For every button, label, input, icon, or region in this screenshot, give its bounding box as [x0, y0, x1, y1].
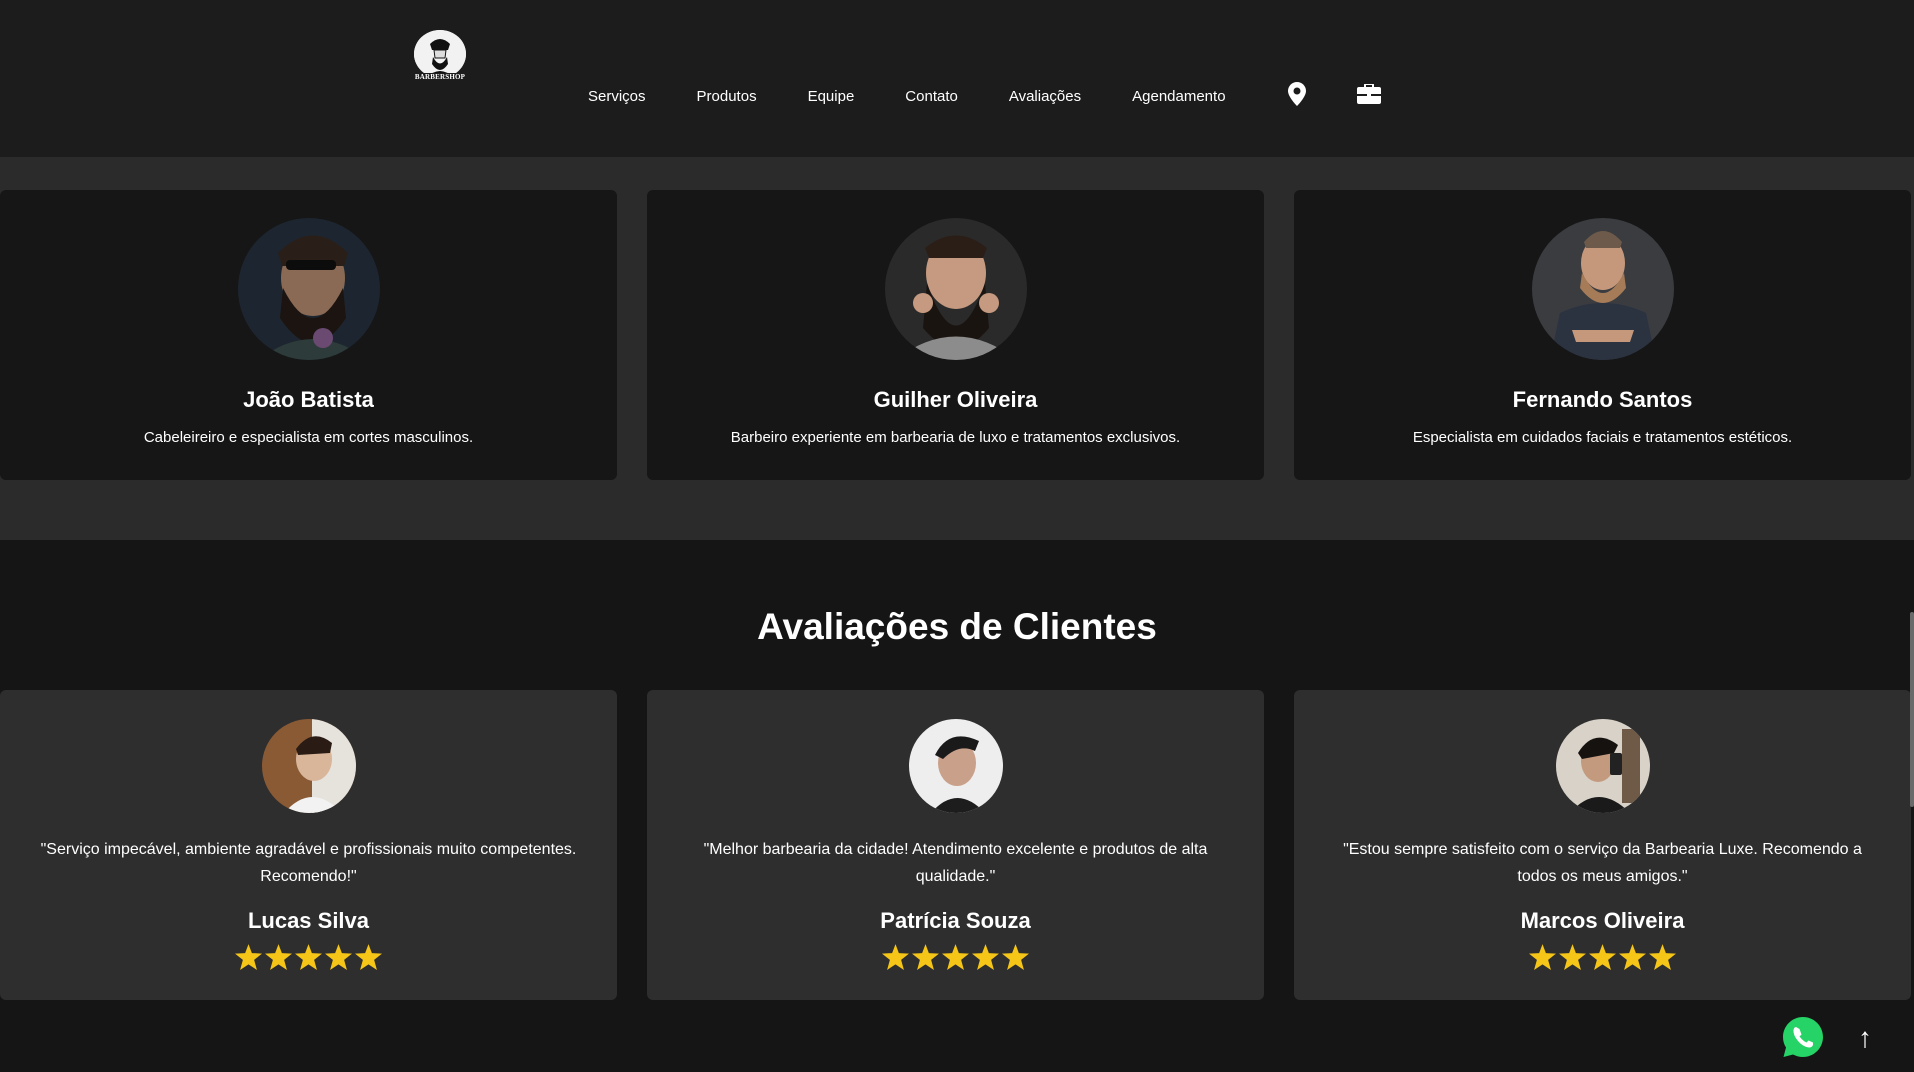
nav-avaliacoes[interactable]: Avaliações [1009, 88, 1081, 105]
star-icon [1002, 944, 1029, 975]
star-icon [325, 944, 352, 975]
star-icon [295, 944, 322, 975]
review-text: "Melhor barbearia da cidade! Atendimento… [703, 841, 1208, 885]
review-text: "Estou sempre satisfeito com o serviço d… [1343, 841, 1862, 885]
logo-text: BARBERSHOP [412, 73, 468, 81]
team-description: Especialista em cuidados faciais e trata… [1412, 429, 1793, 446]
team-card: Guilher Oliveira Barbeiro experiente em … [647, 190, 1264, 480]
star-icon [942, 944, 969, 975]
nav-produtos[interactable]: Produtos [697, 88, 757, 105]
whatsapp-icon[interactable] [1781, 1015, 1825, 1059]
star-icon [235, 944, 262, 975]
rating-stars [1294, 944, 1911, 975]
nav-equipe[interactable]: Equipe [808, 88, 855, 105]
star-icon [882, 944, 909, 975]
reviews-title: Avaliações de Clientes [757, 606, 1157, 647]
star-icon [1529, 944, 1556, 975]
team-name: João Batista [243, 387, 374, 412]
rating-stars [647, 944, 1264, 975]
team-photo [1531, 218, 1674, 360]
star-icon [1619, 944, 1646, 975]
map-marker-icon[interactable] [1288, 82, 1306, 111]
review-text: "Serviço impecável, ambiente agradável e… [40, 841, 577, 885]
team-description: Barbeiro experiente em barbearia de luxo… [730, 429, 1181, 446]
rating-stars [0, 944, 617, 975]
star-icon [1589, 944, 1616, 975]
nav-agendamento[interactable]: Agendamento [1132, 88, 1225, 105]
team-name: Guilher Oliveira [873, 387, 1038, 412]
briefcase-icon[interactable] [1357, 83, 1381, 109]
review-card: "Estou sempre satisfeito com o serviço d… [1294, 690, 1911, 1000]
reviewer-photo [908, 719, 1003, 813]
review-card: "Serviço impecável, ambiente agradável e… [0, 690, 617, 1000]
star-icon [1649, 944, 1676, 975]
logo[interactable]: BARBERSHOP [410, 30, 470, 90]
barber-logo-icon [414, 30, 466, 78]
star-icon [265, 944, 292, 975]
team-photo [884, 218, 1027, 360]
team-card: João Batista Cabeleireiro e especialista… [0, 190, 617, 480]
reviewer-photo [1555, 719, 1650, 813]
back-to-top-button[interactable]: ↑ [1858, 1024, 1872, 1052]
star-icon [912, 944, 939, 975]
nav-contato[interactable]: Contato [905, 88, 958, 105]
team-card: Fernando Santos Especialista em cuidados… [1294, 190, 1911, 480]
star-icon [355, 944, 382, 975]
star-icon [1559, 944, 1586, 975]
nav-servicos[interactable]: Serviços [588, 88, 646, 105]
reviewer-name: Marcos Oliveira [1520, 908, 1685, 933]
main-nav: Serviços Produtos Equipe Contato Avaliaç… [588, 82, 1277, 110]
star-icon [972, 944, 999, 975]
team-photo [237, 218, 380, 360]
team-name: Fernando Santos [1512, 387, 1693, 412]
team-description: Cabeleireiro e especialista em cortes ma… [143, 429, 474, 446]
review-card: "Melhor barbearia da cidade! Atendimento… [647, 690, 1264, 1000]
site-header: BARBERSHOP Serviços Produtos Equipe Cont… [0, 0, 1914, 157]
page-scrollbar[interactable] [1910, 612, 1914, 807]
reviewer-name: Patrícia Souza [880, 908, 1031, 933]
reviewer-name: Lucas Silva [247, 908, 370, 933]
reviewer-photo [261, 719, 356, 813]
